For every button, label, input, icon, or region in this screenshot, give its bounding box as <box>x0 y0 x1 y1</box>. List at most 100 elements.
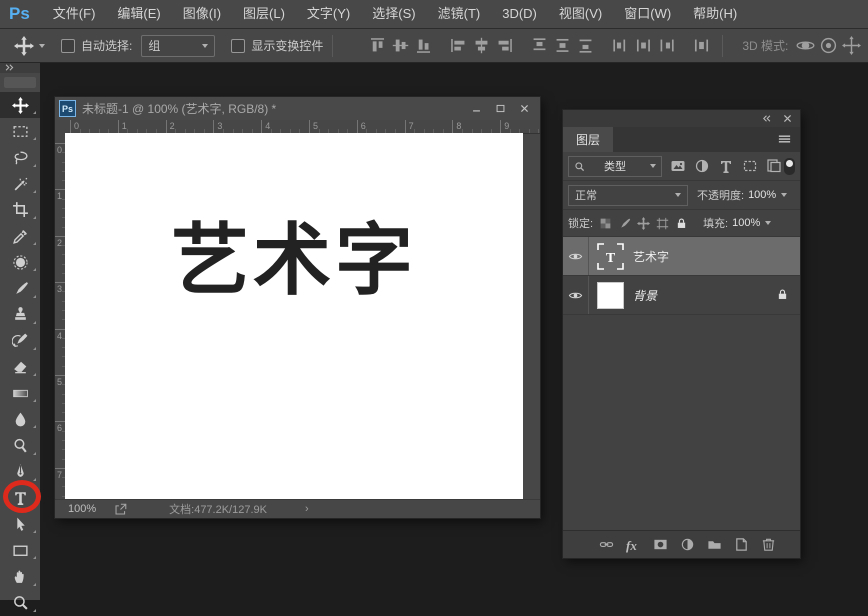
minimize-button[interactable] <box>464 101 488 116</box>
chevron-down-icon[interactable] <box>781 193 787 197</box>
roll-3d-icon[interactable] <box>819 36 838 55</box>
document-window[interactable]: Ps 未标题-1 @ 100% (艺术字, RGB/8) * 012345678… <box>55 97 540 518</box>
align-vcenter-icon[interactable] <box>391 36 410 55</box>
export-icon[interactable] <box>114 503 127 516</box>
collapse-panel-icon[interactable] <box>761 113 772 124</box>
zoom-level-field[interactable]: 100% <box>68 503 96 515</box>
tool-path-select[interactable] <box>0 511 40 537</box>
menu-item-edit[interactable]: 编辑(E) <box>106 0 171 28</box>
layer-name[interactable]: 背景 <box>633 287 657 304</box>
menu-item-layer[interactable]: 图层(L) <box>232 0 296 28</box>
new-group-icon[interactable] <box>707 537 722 552</box>
tool-blur[interactable] <box>0 406 40 432</box>
menu-item-filter[interactable]: 滤镜(T) <box>427 0 492 28</box>
tool-hand[interactable] <box>0 563 40 589</box>
filter-type-dropdown[interactable]: 类型 <box>568 156 662 177</box>
tool-magic-wand[interactable] <box>0 171 40 197</box>
tab-layers[interactable]: 图层 <box>563 127 613 152</box>
tool-move[interactable] <box>0 92 40 118</box>
auto-select-target-dropdown[interactable]: 组 <box>141 35 215 57</box>
filter-shape-layers-icon[interactable] <box>742 158 758 174</box>
orbit-3d-icon[interactable] <box>796 36 815 55</box>
align-right-icon[interactable] <box>495 36 514 55</box>
horizontal-ruler: 0123456789 <box>65 120 540 134</box>
tool-marquee[interactable] <box>0 118 40 144</box>
status-expander[interactable]: › <box>305 503 309 515</box>
visibility-toggle[interactable] <box>563 276 589 314</box>
menu-item-image[interactable]: 图像(I) <box>172 0 232 28</box>
filter-pixel-layers-icon[interactable] <box>670 158 686 174</box>
document-titlebar[interactable]: Ps 未标题-1 @ 100% (艺术字, RGB/8) * <box>55 97 540 121</box>
tool-preset-chevron-icon[interactable] <box>39 44 45 48</box>
delete-layer-icon[interactable] <box>761 537 776 552</box>
menu-item-file[interactable]: 文件(F) <box>42 0 107 28</box>
tool-shape[interactable] <box>0 537 40 563</box>
dist-left-icon[interactable] <box>611 36 630 55</box>
link-layers-icon[interactable] <box>599 537 614 552</box>
layer-style-icon[interactable]: fx <box>626 537 641 552</box>
auto-select-checkbox[interactable] <box>61 39 75 53</box>
layer-row-text[interactable]: T 艺术字 <box>563 237 800 276</box>
panel-tabs: 图层 <box>563 127 800 152</box>
menu-item-3d[interactable]: 3D(D) <box>491 0 548 28</box>
tool-brush[interactable] <box>0 275 40 301</box>
close-panel-icon[interactable] <box>782 113 793 124</box>
layers-panel[interactable]: 图层 类型 正常 不透明度: 100% 锁定: 填充: 100% T艺术字背景 … <box>563 110 800 558</box>
dist-hcenter-icon[interactable] <box>634 36 653 55</box>
lock-position-icon[interactable] <box>637 217 650 230</box>
lock-row: 锁定: 填充: 100% <box>563 210 800 237</box>
fill-value[interactable]: 100% <box>732 217 760 229</box>
menu-item-window[interactable]: 窗口(W) <box>613 0 682 28</box>
dist-bottom-icon[interactable] <box>576 36 595 55</box>
layer-row-background[interactable]: 背景 <box>563 276 800 315</box>
filter-toggle-switch[interactable] <box>784 158 795 175</box>
panel-menu-icon[interactable] <box>777 132 792 147</box>
filter-adjustment-layers-icon[interactable] <box>694 158 710 174</box>
tool-eraser[interactable] <box>0 354 40 380</box>
tool-lasso[interactable] <box>0 144 40 170</box>
tool-dodge[interactable] <box>0 432 40 458</box>
tool-zoom[interactable] <box>0 590 40 616</box>
text-layer-thumbnail[interactable]: T <box>597 243 624 270</box>
filter-smart-objects-icon[interactable] <box>766 158 782 174</box>
menu-item-select[interactable]: 选择(S) <box>361 0 426 28</box>
lasso-icon <box>12 149 29 166</box>
align-hcenter-icon[interactable] <box>472 36 491 55</box>
lock-image-pixels-icon[interactable] <box>618 217 631 230</box>
tool-clone-stamp[interactable] <box>0 302 40 328</box>
show-transform-checkbox[interactable] <box>231 39 245 53</box>
toolbox-header[interactable] <box>0 62 40 73</box>
dist-right-icon[interactable] <box>657 36 676 55</box>
filter-type-layers-icon[interactable] <box>718 158 734 174</box>
new-layer-icon[interactable] <box>734 537 749 552</box>
menu-item-view[interactable]: 视图(V) <box>548 0 613 28</box>
pan-3d-icon[interactable] <box>842 36 861 55</box>
lock-artboard-icon[interactable] <box>656 217 669 230</box>
align-bottom-icon[interactable] <box>414 36 433 55</box>
dist-space-icon[interactable] <box>692 36 711 55</box>
tool-crop[interactable] <box>0 197 40 223</box>
blend-mode-dropdown[interactable]: 正常 <box>568 185 688 206</box>
tool-gradient[interactable] <box>0 380 40 406</box>
tool-history-brush[interactable] <box>0 328 40 354</box>
dist-top-icon[interactable] <box>530 36 549 55</box>
add-layer-mask-icon[interactable] <box>653 537 668 552</box>
canvas[interactable]: 艺术字 <box>65 133 523 500</box>
close-button[interactable] <box>512 101 536 116</box>
lock-transparent-pixels-icon[interactable] <box>599 217 612 230</box>
opacity-value[interactable]: 100% <box>748 189 776 201</box>
menu-item-type[interactable]: 文字(Y) <box>296 0 361 28</box>
new-adjustment-layer-icon[interactable] <box>680 537 695 552</box>
layer-name[interactable]: 艺术字 <box>633 248 669 265</box>
align-left-icon[interactable] <box>449 36 468 55</box>
image-layer-thumbnail[interactable] <box>597 282 624 309</box>
tool-eyedropper[interactable] <box>0 223 40 249</box>
align-top-icon[interactable] <box>368 36 387 55</box>
visibility-toggle[interactable] <box>563 237 589 275</box>
tool-healing-brush[interactable] <box>0 249 40 275</box>
menu-item-help[interactable]: 帮助(H) <box>682 0 748 28</box>
lock-all-icon[interactable] <box>675 217 688 230</box>
chevron-down-icon[interactable] <box>765 221 771 225</box>
maximize-button[interactable] <box>488 101 512 116</box>
dist-vcenter-icon[interactable] <box>553 36 572 55</box>
